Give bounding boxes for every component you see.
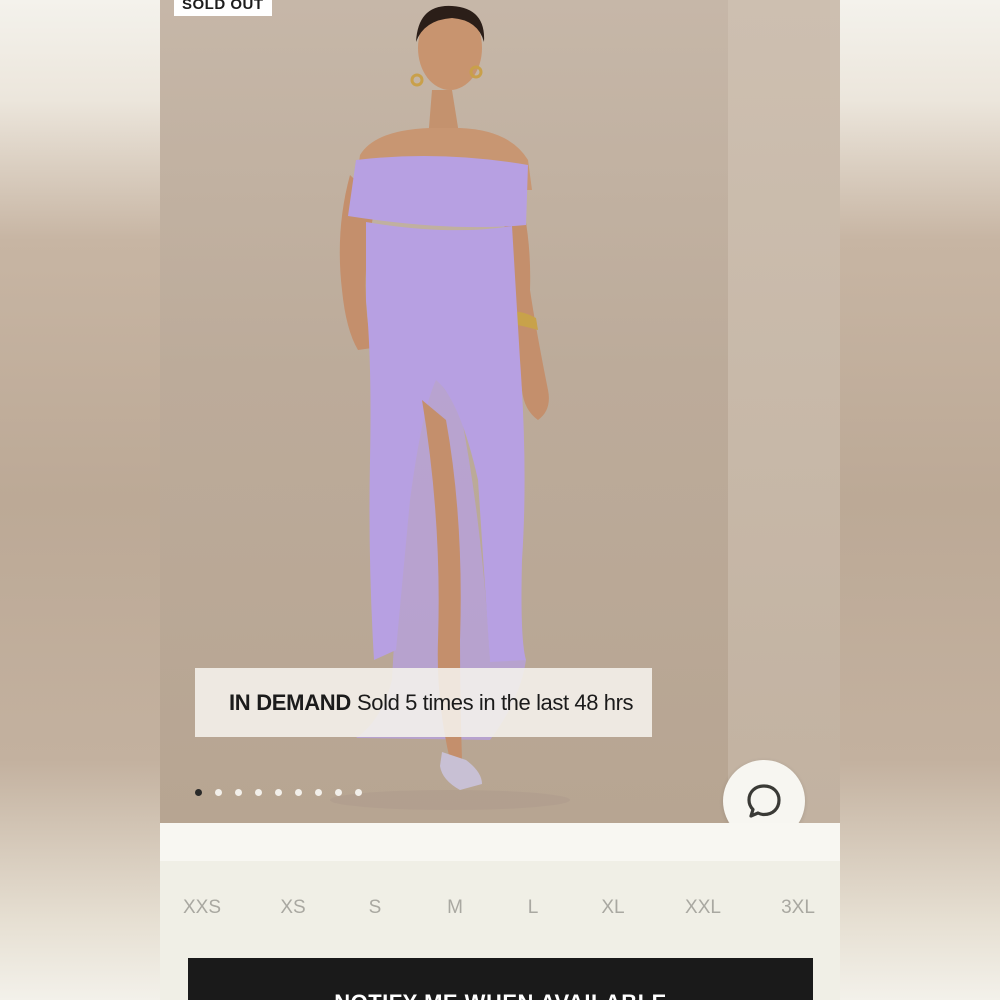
- size-option-xs[interactable]: XS: [280, 897, 305, 919]
- carousel-dot[interactable]: [315, 789, 322, 796]
- carousel-dot[interactable]: [355, 789, 362, 796]
- carousel-dot[interactable]: [255, 789, 262, 796]
- product-screen: SOLD OUT IN DEMAND Sold 5 times in the l…: [160, 0, 840, 1000]
- next-product-image-peek[interactable]: [728, 0, 840, 823]
- notify-me-button[interactable]: NOTIFY ME WHEN AVAILABLE: [188, 958, 813, 1000]
- carousel-dot[interactable]: [335, 789, 342, 796]
- in-demand-message: Sold 5 times in the last 48 hrs: [356, 689, 634, 715]
- background-blur-right: [840, 0, 1000, 1000]
- in-demand-label: IN DEMAND: [229, 689, 351, 715]
- size-option-m[interactable]: M: [447, 897, 463, 919]
- sold-out-badge: SOLD OUT: [174, 0, 272, 16]
- image-divider-strip: [160, 823, 840, 861]
- carousel-dot[interactable]: [235, 789, 242, 796]
- size-option-3xl[interactable]: 3XL: [781, 897, 815, 919]
- in-demand-banner: IN DEMAND Sold 5 times in the last 48 hr…: [195, 668, 652, 737]
- carousel-dot[interactable]: [295, 789, 302, 796]
- carousel-dot[interactable]: [215, 789, 222, 796]
- carousel-dot[interactable]: [195, 789, 202, 796]
- size-option-xl[interactable]: XL: [601, 897, 624, 919]
- chat-bubble-icon: [747, 784, 781, 818]
- size-option-xxl[interactable]: XXL: [685, 897, 721, 919]
- background-blur-left: [0, 0, 160, 1000]
- size-option-s[interactable]: S: [369, 897, 382, 919]
- product-image-carousel[interactable]: SOLD OUT IN DEMAND Sold 5 times in the l…: [160, 0, 840, 823]
- carousel-dot[interactable]: [275, 789, 282, 796]
- carousel-pagination: [195, 789, 362, 796]
- size-option-l[interactable]: L: [528, 897, 539, 919]
- size-option-xxs[interactable]: XXS: [183, 897, 221, 919]
